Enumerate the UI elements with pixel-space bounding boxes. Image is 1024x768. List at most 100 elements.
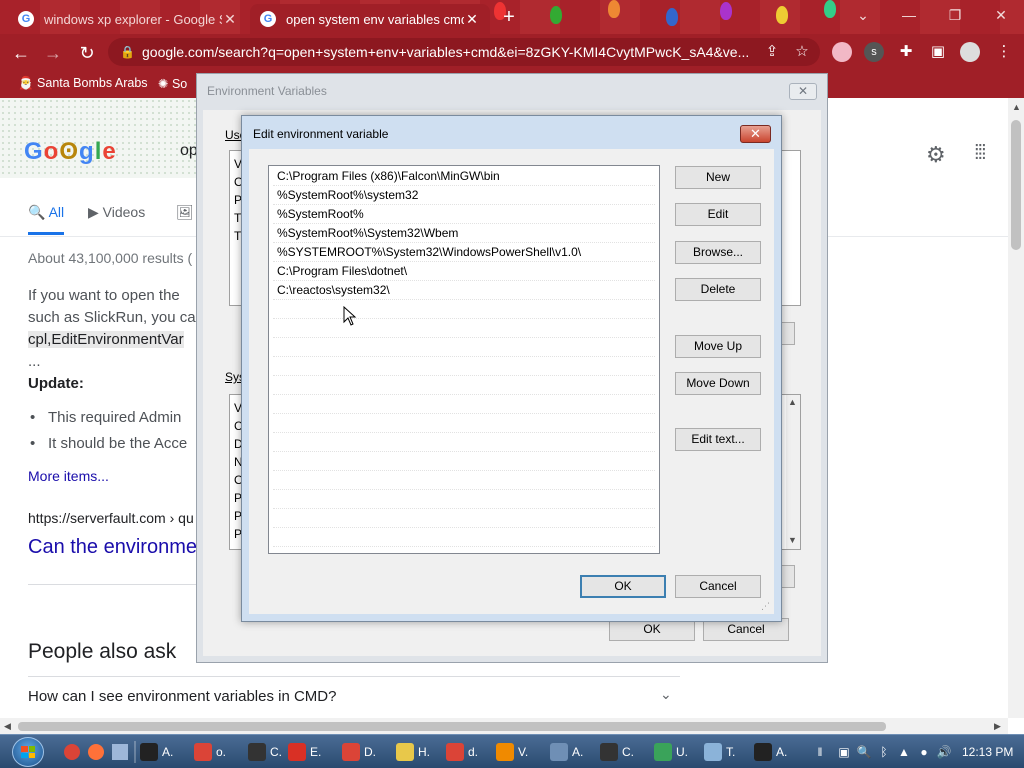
empty-path-row[interactable]: [273, 300, 655, 319]
scroll-left-arrow-icon[interactable]: ◀: [4, 721, 11, 732]
scroll-right-arrow-icon[interactable]: ▶: [994, 721, 1001, 732]
tray-bluetooth-icon[interactable]: ᛒ: [876, 744, 892, 760]
s-extension-icon[interactable]: s: [864, 42, 884, 62]
scroll-up-arrow-icon[interactable]: ▲: [788, 397, 797, 407]
chrome-quicklaunch-icon[interactable]: [64, 744, 80, 760]
restore-button[interactable]: ❐: [932, 0, 978, 30]
taskbar-button[interactable]: A.: [550, 740, 583, 764]
tray-monitor-icon[interactable]: ▣: [836, 744, 852, 760]
close-icon[interactable]: ✕: [740, 125, 771, 143]
settings-gear-icon[interactable]: ⚙: [926, 142, 946, 168]
horizontal-scrollbar[interactable]: ◀ ▶: [0, 718, 1008, 734]
path-entry[interactable]: %SystemRoot%\system32: [273, 186, 655, 205]
close-window-button[interactable]: ✕: [978, 0, 1024, 30]
empty-path-row[interactable]: [273, 528, 655, 547]
taskbar-button[interactable]: T.: [704, 740, 735, 764]
browse-button[interactable]: Browse...: [675, 241, 761, 264]
result-title-link[interactable]: Can the environme: [28, 536, 197, 559]
empty-path-row[interactable]: [273, 490, 655, 509]
paa-question[interactable]: How can I see environment variables in C…: [28, 688, 336, 705]
empty-path-row[interactable]: [273, 319, 655, 338]
path-entry[interactable]: %SystemRoot%: [273, 205, 655, 224]
path-entry[interactable]: C:\Program Files (x86)\Falcon\MinGW\bin: [273, 167, 655, 186]
profile-avatar-icon[interactable]: [960, 42, 980, 62]
empty-path-row[interactable]: [273, 376, 655, 395]
scrollbar-thumb[interactable]: [1011, 120, 1021, 250]
scroll-down-arrow-icon[interactable]: ▼: [788, 535, 797, 545]
taskbar-button[interactable]: C.: [248, 740, 282, 764]
tab-windows-xp-explorer[interactable]: G windows xp explorer - Google S ✕: [8, 4, 248, 34]
empty-path-row[interactable]: [273, 338, 655, 357]
tab-open-system-env[interactable]: G open system env variables cmd ✕: [250, 4, 490, 34]
tray-app-icon[interactable]: ●: [916, 744, 932, 760]
taskbar-button[interactable]: C.: [600, 740, 634, 764]
flag-extension-icon[interactable]: [832, 42, 852, 62]
extensions-puzzle-icon[interactable]: ✚: [896, 42, 916, 60]
path-entry[interactable]: %SYSTEMROOT%\System32\WindowsPowerShell\…: [273, 243, 655, 262]
path-entries-list[interactable]: C:\Program Files (x86)\Falcon\MinGW\bin …: [268, 165, 660, 554]
vertical-scrollbar[interactable]: ▲: [1008, 98, 1024, 718]
tray-vlc-icon[interactable]: ▲: [896, 744, 912, 760]
result-cite-url[interactable]: https://serverfault.com › qu: [28, 510, 194, 526]
delete-button[interactable]: Delete: [675, 278, 761, 301]
path-entry[interactable]: %SystemRoot%\System32\Wbem: [273, 224, 655, 243]
close-icon[interactable]: ✕: [789, 83, 817, 100]
move-down-button[interactable]: Move Down: [675, 372, 761, 395]
empty-path-row[interactable]: [273, 471, 655, 490]
ok-button[interactable]: OK: [580, 575, 666, 598]
share-icon[interactable]: ⇪: [762, 42, 782, 60]
tab-images[interactable]: 🖼: [176, 204, 194, 221]
empty-path-row[interactable]: [273, 395, 655, 414]
taskbar-button[interactable]: V.: [496, 740, 528, 764]
resize-grip-icon[interactable]: ⋰: [761, 601, 770, 612]
minimize-button[interactable]: —: [886, 0, 932, 30]
taskbar-button[interactable]: E.: [288, 740, 321, 764]
chevron-down-icon[interactable]: ⌄: [660, 686, 672, 703]
forward-arrow-icon[interactable]: →: [40, 40, 66, 66]
tray-volume-icon[interactable]: 🔊: [936, 744, 952, 760]
empty-path-row[interactable]: [273, 452, 655, 471]
taskbar-button[interactable]: d.: [446, 740, 478, 764]
path-entry[interactable]: C:\reactos\system32\: [273, 281, 655, 300]
edit-button[interactable]: Edit: [675, 203, 761, 226]
tab-videos[interactable]: ▶ Videos: [88, 204, 145, 221]
taskbar-clock[interactable]: 12:13 PM: [962, 745, 1013, 759]
empty-path-row[interactable]: [273, 414, 655, 433]
empty-path-row[interactable]: [273, 509, 655, 528]
reload-icon[interactable]: ↻: [74, 40, 100, 66]
close-tab-icon[interactable]: ✕: [464, 11, 480, 28]
taskbar-button[interactable]: H.: [396, 740, 430, 764]
taskbar-button[interactable]: D.: [342, 740, 376, 764]
tray-expand-icon[interactable]: ‖: [812, 744, 828, 760]
tab-all[interactable]: 🔍 All: [28, 204, 64, 221]
tray-search-icon[interactable]: 🔍: [856, 744, 872, 760]
new-tab-button[interactable]: +: [498, 7, 520, 29]
taskbar-button[interactable]: U.: [654, 740, 688, 764]
google-apps-icon[interactable]: ⁞⁞⁞: [974, 142, 987, 165]
back-arrow-icon[interactable]: ←: [8, 40, 34, 66]
taskbar-button[interactable]: A.: [140, 740, 173, 764]
firefox-quicklaunch-icon[interactable]: [88, 744, 104, 760]
empty-path-row[interactable]: [273, 433, 655, 452]
google-doodle-logo[interactable]: Goʘgle: [24, 138, 117, 166]
close-tab-icon[interactable]: ✕: [222, 11, 238, 28]
move-up-button[interactable]: Move Up: [675, 335, 761, 358]
more-items-link[interactable]: More items...: [28, 468, 109, 484]
side-panel-icon[interactable]: ▣: [928, 42, 948, 60]
bookmark-so[interactable]: ✺ So: [158, 76, 187, 91]
path-entry[interactable]: C:\Program Files\dotnet\: [273, 262, 655, 281]
bookmark-santa-bombs[interactable]: 🎅 Santa Bombs Arabs: [18, 76, 148, 91]
taskbar-button[interactable]: A.: [754, 740, 787, 764]
new-button[interactable]: New: [675, 166, 761, 189]
chrome-menu-icon[interactable]: ⋮: [994, 42, 1014, 60]
taskbar-button[interactable]: o.: [194, 740, 226, 764]
scrollbar-thumb[interactable]: [18, 722, 886, 731]
edit-text-button[interactable]: Edit text...: [675, 428, 761, 451]
scroll-up-arrow-icon[interactable]: ▲: [1012, 102, 1021, 112]
start-button[interactable]: [12, 737, 44, 767]
tab-search-icon[interactable]: ⌄: [840, 0, 886, 30]
system-list-scrollbar[interactable]: ▲ ▼: [786, 395, 800, 549]
cancel-button[interactable]: Cancel: [675, 575, 761, 598]
bookmark-star-icon[interactable]: ☆: [792, 42, 812, 60]
empty-path-row[interactable]: [273, 357, 655, 376]
